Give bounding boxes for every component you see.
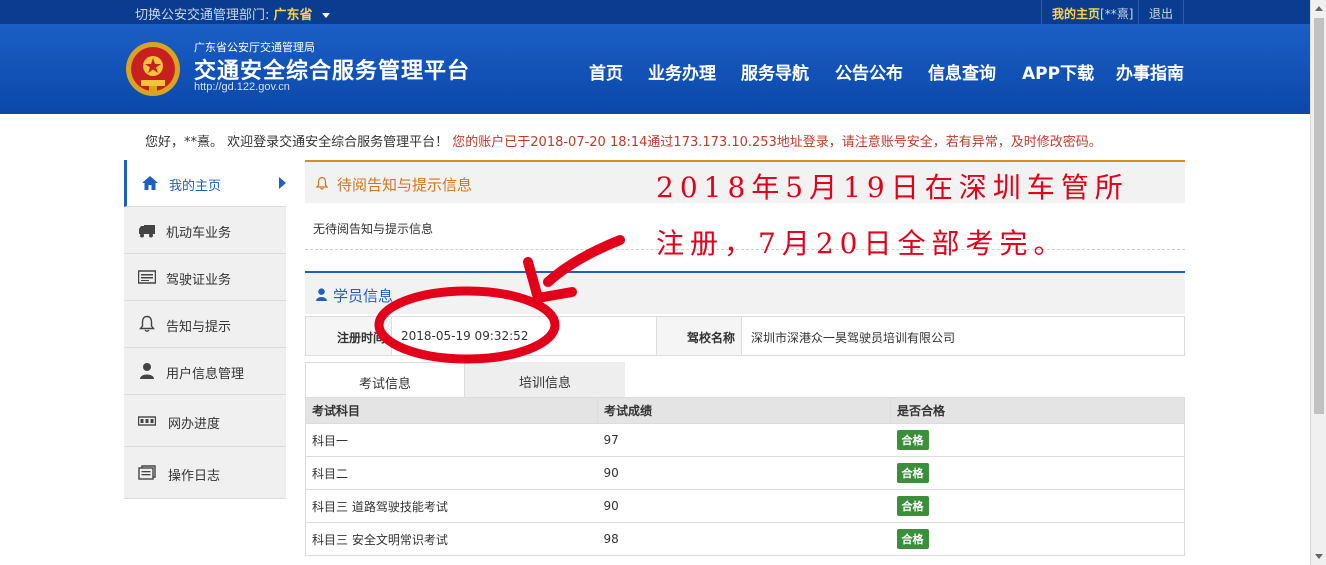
annotation-line-2: 注册，7月20日全部考完。	[656, 227, 1068, 260]
pass-badge: 合格	[896, 463, 929, 483]
reg-time-value: 2018-05-19 09:32:52	[401, 329, 529, 343]
user-icon	[140, 363, 154, 379]
sidebar-item-notice[interactable]: 告知与提示	[124, 301, 286, 348]
exam-table: 考试科目 考试成绩 是否合格 科目一 97 合格 科目二 90 合格 科目三 道…	[305, 397, 1185, 556]
sidebar-item-label: 驾驶证业务	[166, 273, 232, 288]
table-row: 科目一 97 合格	[305, 423, 1185, 457]
student-panel-header: 学员信息	[305, 271, 1185, 314]
score-cell: 90	[597, 489, 891, 523]
column-header: 是否合格	[890, 397, 1185, 424]
reg-time-label: 注册时间	[306, 317, 392, 355]
sidebar-item-my-home[interactable]: 我的主页	[124, 160, 286, 207]
progress-icon	[138, 416, 156, 426]
nav-info-query[interactable]: 信息查询	[928, 59, 996, 84]
pass-badge: 合格	[896, 430, 929, 450]
tab-exam-info[interactable]: 考试信息	[305, 362, 465, 397]
info-tabs: 考试信息 培训信息	[305, 362, 1185, 397]
bell-icon	[139, 315, 155, 332]
score-cell: 97	[597, 423, 891, 457]
annotation-line-1: 2018年5月19日在深圳车管所	[656, 171, 1129, 204]
my-home-label[interactable]: 我的主页	[1052, 7, 1100, 21]
scroll-thumb[interactable]	[1314, 18, 1324, 414]
department-switcher[interactable]: 切换公安交通管理部门: 广东省	[135, 4, 330, 23]
tab-training-info[interactable]: 培训信息	[465, 362, 625, 397]
school-label: 驾校名称	[656, 317, 742, 355]
scroll-up-icon[interactable]	[1315, 6, 1323, 11]
pass-badge: 合格	[896, 529, 929, 549]
column-header: 考试成绩	[597, 397, 891, 424]
result-cell: 合格	[890, 522, 1185, 556]
result-cell: 合格	[890, 489, 1185, 523]
score-cell: 98	[597, 522, 891, 556]
student-title: 学员信息	[333, 287, 394, 305]
table-row: 科目三 安全文明常识考试 98 合格	[305, 522, 1185, 556]
license-card-icon	[138, 270, 156, 284]
table-header-row: 考试科目 考试成绩 是否合格	[305, 397, 1185, 424]
notice-title: 待阅告知与提示信息	[337, 176, 473, 194]
table-row: 科目二 90 合格	[305, 456, 1185, 490]
bell-icon	[315, 177, 329, 190]
user-tag: [**熹]	[1100, 7, 1134, 21]
greeting-text: 您好，**熹。 欢迎登录交通安全综合服务管理平台！	[145, 135, 449, 150]
scroll-down-icon[interactable]	[1315, 554, 1323, 559]
home-icon	[142, 176, 158, 190]
score-cell: 90	[597, 456, 891, 490]
nav-service-guide[interactable]: 服务导航	[741, 59, 809, 84]
table-row: 科目三 道路驾驶技能考试 90 合格	[305, 489, 1185, 523]
sidebar-item-label: 告知与提示	[166, 320, 232, 335]
site-header: 广东省公安厅交通管理局 交通安全综合服务管理平台 http://gd.122.g…	[0, 24, 1310, 114]
nav-announcements[interactable]: 公告公布	[835, 59, 903, 84]
truck-icon	[139, 225, 155, 238]
sidebar-item-label: 机动车业务	[166, 226, 232, 241]
sidebar-item-label: 用户信息管理	[166, 367, 245, 382]
user-icon	[316, 288, 327, 301]
police-emblem-icon[interactable]	[124, 40, 182, 98]
subject-cell: 科目一	[305, 423, 598, 457]
sidebar-item-label: 网办进度	[168, 417, 221, 432]
page-scrollbar[interactable]	[1310, 0, 1326, 565]
my-home-link[interactable]: 我的主页[**熹]	[1041, 0, 1143, 24]
caret-down-icon[interactable]	[321, 13, 330, 18]
notice-empty-text: 无待阅告知与提示信息	[313, 222, 434, 236]
site-url: http://gd.122.gov.cn	[194, 81, 290, 93]
nav-business[interactable]: 业务办理	[648, 59, 716, 84]
arrow-right-icon	[279, 177, 286, 189]
sidebar-item-label: 操作日志	[168, 469, 221, 484]
sidebar-item-log[interactable]: 操作日志	[124, 447, 286, 499]
province-select[interactable]: 广东省	[274, 8, 313, 23]
result-cell: 合格	[890, 423, 1185, 457]
pass-badge: 合格	[896, 496, 929, 516]
nav-app-download[interactable]: APP下载	[1022, 59, 1094, 84]
subject-cell: 科目三 道路驾驶技能考试	[305, 489, 598, 523]
nav-home[interactable]: 首页	[589, 59, 623, 84]
sidebar-item-license[interactable]: 驾驶证业务	[124, 254, 286, 301]
nav-guide[interactable]: 办事指南	[1116, 59, 1184, 84]
result-cell: 合格	[890, 456, 1185, 490]
switch-label: 切换公安交通管理部门:	[135, 8, 270, 23]
school-value: 深圳市深港众一昊驾驶员培训有限公司	[751, 331, 956, 345]
top-bar: 切换公安交通管理部门: 广东省 我的主页[**熹] 退出	[0, 0, 1310, 24]
sidebar-item-label: 我的主页	[169, 179, 222, 194]
sidebar: 我的主页 机动车业务 驾驶证业务 告知与提示 用户信息管理 网办进度 操作日志	[124, 160, 286, 499]
student-info-row: 注册时间 2018-05-19 09:32:52 驾校名称 深圳市深港众一昊驾驶…	[305, 316, 1185, 356]
log-icon	[138, 465, 156, 480]
logout-link[interactable]: 退出	[1138, 0, 1184, 24]
column-header: 考试科目	[305, 397, 598, 424]
welcome-message: 您好，**熹。 欢迎登录交通安全综合服务管理平台！ 您的账户已于2018-07-…	[145, 131, 1102, 150]
subject-cell: 科目三 安全文明常识考试	[305, 522, 598, 556]
sidebar-item-user-info[interactable]: 用户信息管理	[124, 348, 286, 395]
subject-cell: 科目二	[305, 456, 598, 490]
sidebar-item-vehicle[interactable]: 机动车业务	[124, 207, 286, 254]
login-warning: 您的账户已于2018-07-20 18:14通过173.173.10.253地址…	[452, 135, 1102, 150]
sidebar-item-progress[interactable]: 网办进度	[124, 395, 286, 447]
